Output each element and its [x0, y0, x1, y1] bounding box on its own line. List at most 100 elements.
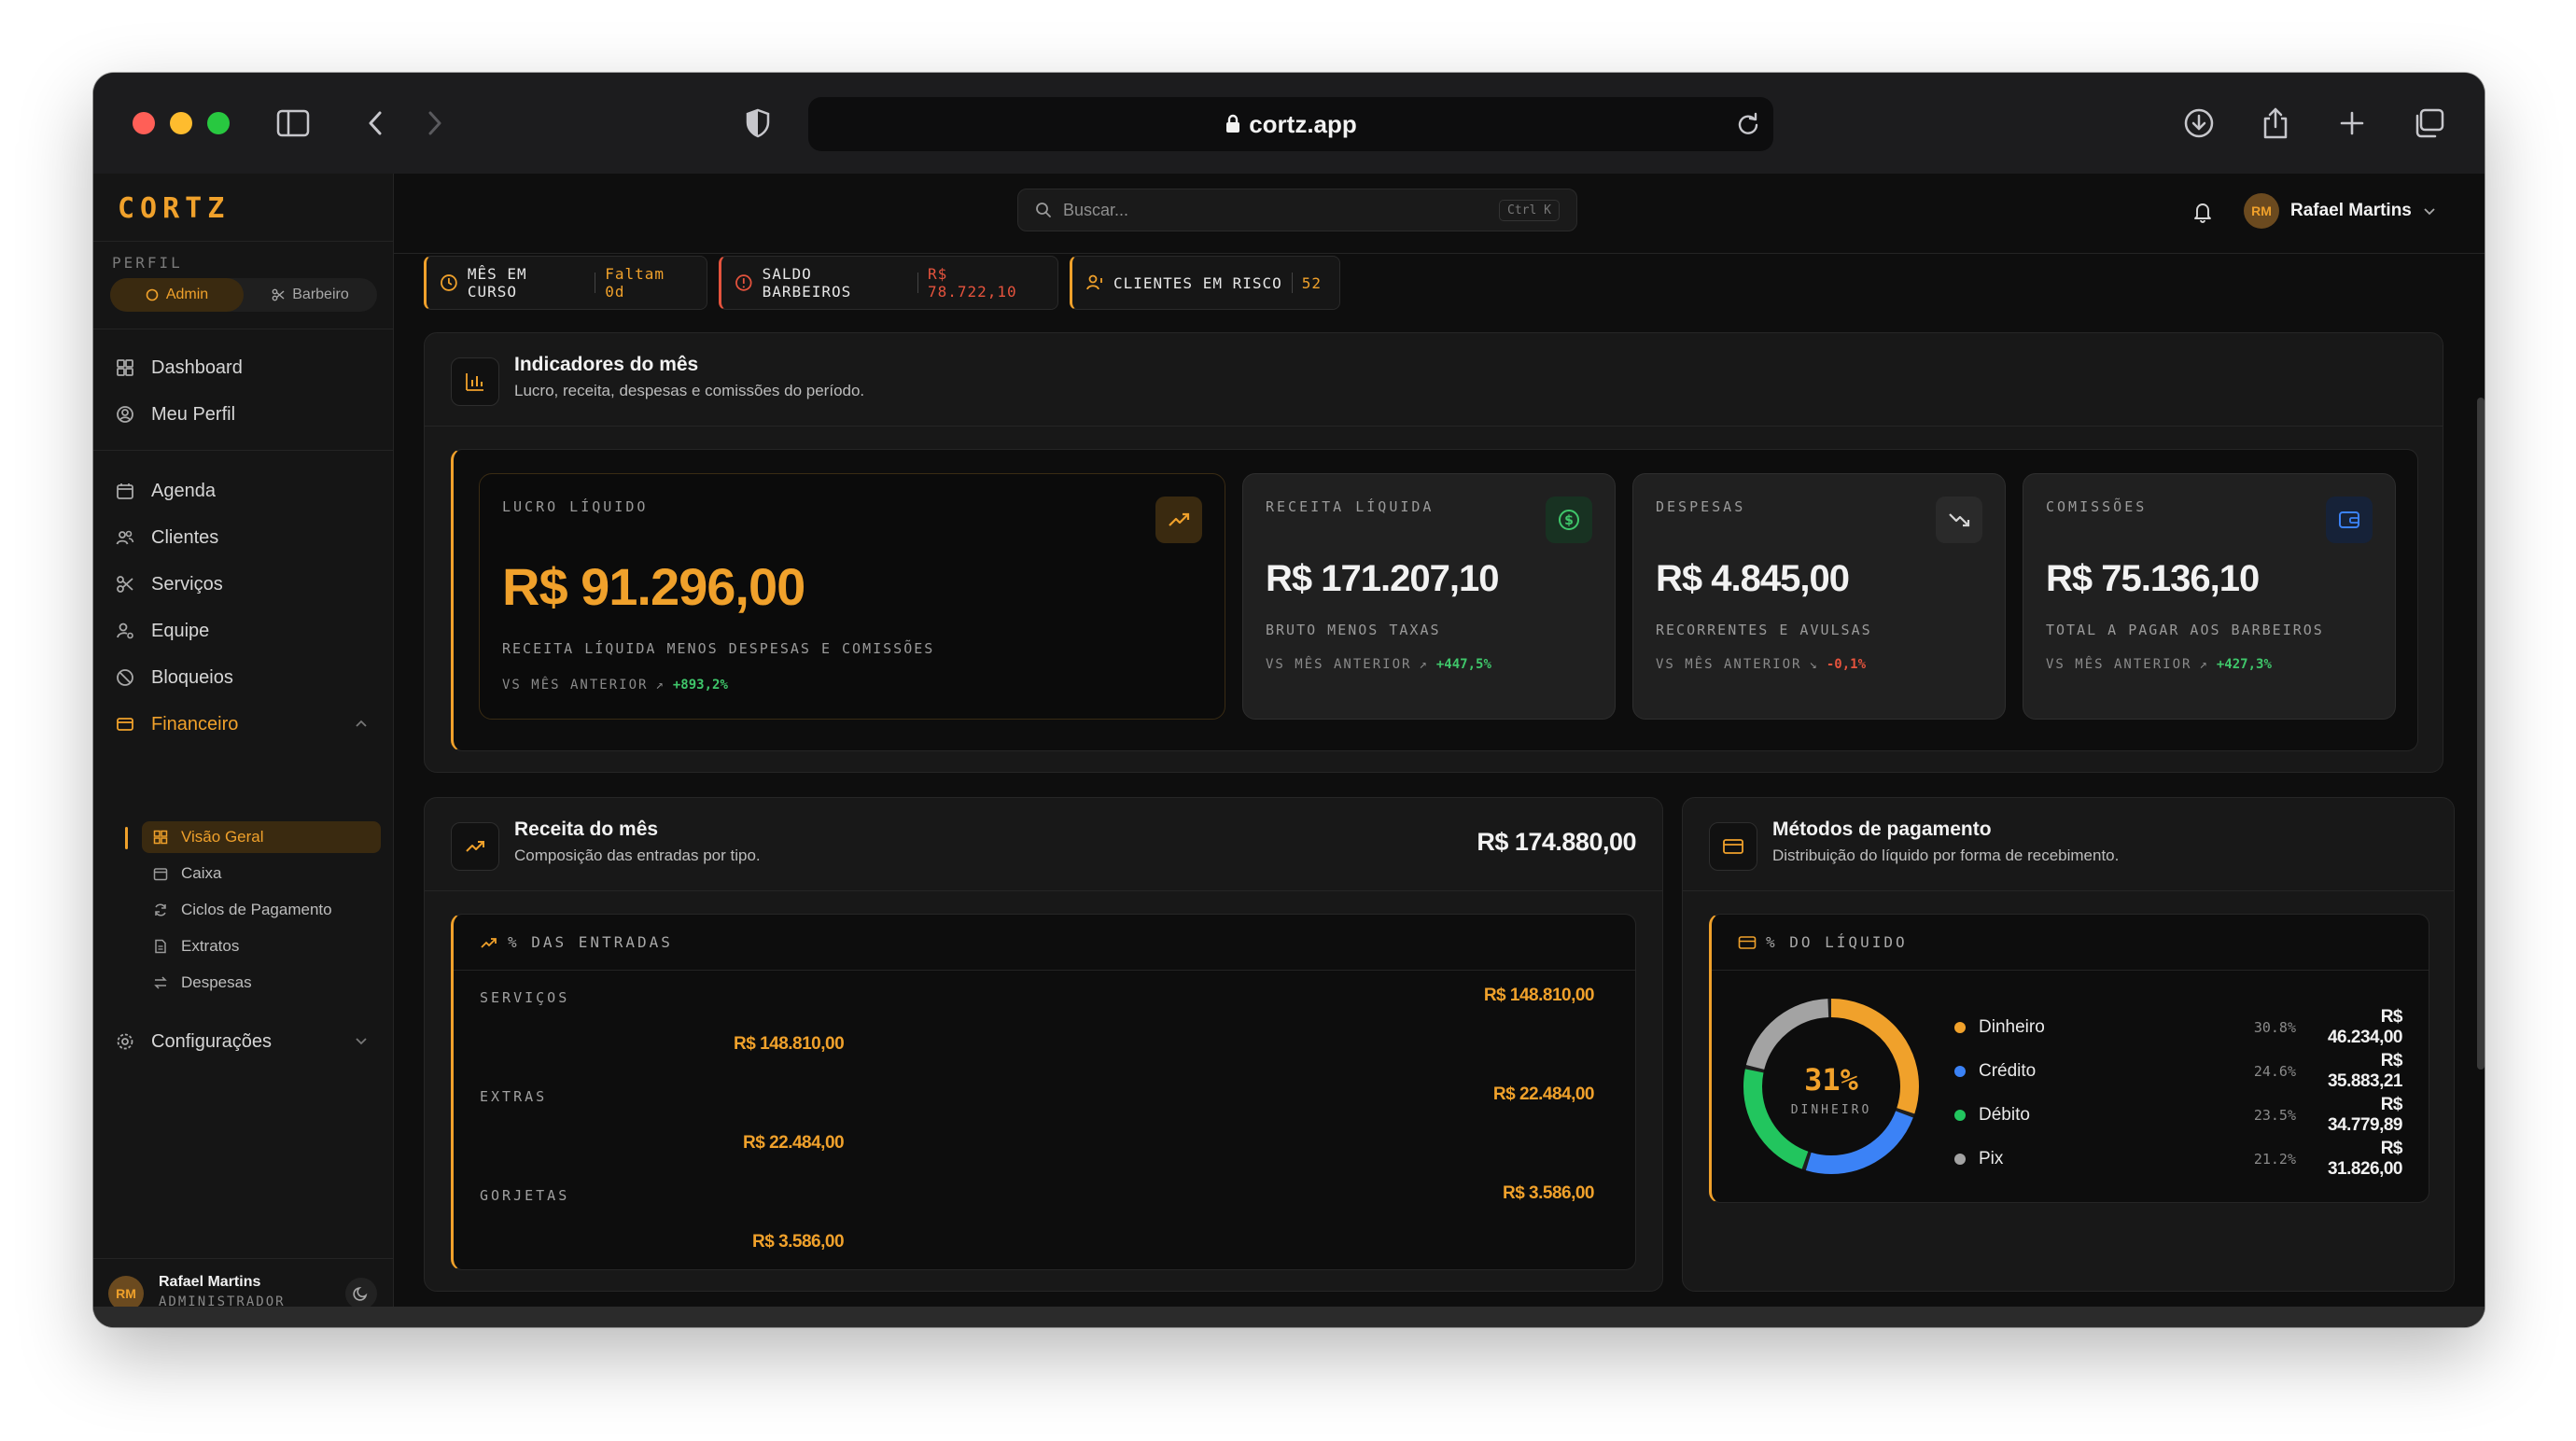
calendar-icon — [117, 483, 133, 499]
chip-value: R$ 78.722,10 — [927, 265, 1017, 301]
forward-icon[interactable] — [416, 105, 454, 142]
theme-toggle-button[interactable] — [345, 1278, 377, 1309]
legend-dot — [1954, 1110, 1966, 1121]
nav-configuracoes[interactable]: Configurações — [116, 1025, 377, 1058]
kpi-despesas[interactable]: DESPESAS R$ 4.845,00 RECORRENTES E AVULS… — [1632, 473, 2006, 720]
download-icon[interactable] — [2180, 105, 2218, 142]
sidebar-toggle-icon[interactable] — [274, 105, 312, 142]
nav-bloqueios[interactable]: Bloqueios — [116, 661, 377, 694]
kpi-lucro-liquido[interactable]: LUCRO LÍQUIDO R$ 91.296,00 RECEITA LÍQUI… — [479, 473, 1225, 720]
legend-value: R$ 35.883,21 — [2327, 1051, 2403, 1091]
nav-clientes[interactable]: Clientes — [116, 521, 377, 554]
legend-item[interactable]: Débito 23.5% R$ 34.779,89 — [1954, 1095, 2403, 1135]
revenue-total: R$ 174.880,00 — [1477, 828, 1636, 856]
credit-card-icon — [1709, 822, 1757, 871]
chip-label: CLIENTES EM RISCO — [1113, 273, 1282, 292]
search-icon — [1036, 203, 1051, 217]
app-logo[interactable]: CORTZ — [118, 192, 230, 225]
browser-titlebar: cortz.app — [93, 73, 2485, 174]
swap-icon — [154, 976, 167, 989]
donut-center-label: DINHEIRO — [1790, 1103, 1872, 1117]
nav-meu-perfil[interactable]: Meu Perfil — [116, 398, 377, 431]
nav-agenda[interactable]: Agenda — [116, 474, 377, 508]
nav-servicos[interactable]: Serviços — [116, 567, 377, 601]
grid-icon — [153, 830, 168, 845]
bar-chart-icon — [451, 357, 499, 406]
subnav-visao-geral[interactable]: Visão Geral — [142, 821, 381, 853]
revenue-row-value: R$ 22.484,00 — [1492, 1084, 1595, 1104]
scissors-icon — [272, 288, 285, 301]
close-window-button[interactable] — [133, 112, 155, 134]
profile-barbeiro-button[interactable]: Barbeiro — [244, 278, 377, 312]
ban-icon — [117, 669, 133, 686]
nav-equipe[interactable]: Equipe — [116, 614, 377, 648]
comparison-label: VS MÊS ANTERIOR — [1266, 657, 1412, 672]
minimize-window-button[interactable] — [170, 112, 192, 134]
subnav-extratos[interactable]: Extratos — [142, 930, 381, 962]
kpi-receita-liquida[interactable]: RECEITA LÍQUIDA $ R$ 171.207,10 BRUTO ME… — [1242, 473, 1616, 720]
panel-title: Indicadores do mês — [514, 354, 699, 375]
reload-icon[interactable] — [1736, 112, 1760, 136]
revenue-panel: Receita do mês Composição das entradas p… — [424, 797, 1663, 1292]
profile-admin-button[interactable]: Admin — [110, 278, 244, 312]
subnav-despesas[interactable]: Despesas — [142, 967, 381, 999]
comparison-value: +447,5% — [1435, 657, 1491, 672]
chip-mes-em-curso[interactable]: MÊS EM CURSO Faltam 0d — [424, 256, 707, 310]
search-input[interactable]: Buscar... Ctrl K — [1017, 189, 1577, 231]
user-circle-icon — [117, 406, 133, 423]
payments-breakdown: % DO LÍQUIDO 31% DINHEIRO Dinheiro 30.8% R… — [1709, 914, 2429, 1203]
nav-financeiro[interactable]: Financeiro — [116, 707, 377, 741]
comparison-value: +893,2% — [672, 678, 728, 693]
revenue-row-bar-label: R$ 22.484,00 — [743, 1133, 845, 1153]
subnav-label: Caixa — [181, 864, 222, 882]
address-bar[interactable]: cortz.app — [808, 97, 1773, 151]
nav-label: Serviços — [151, 573, 223, 595]
shield-icon[interactable] — [739, 105, 777, 142]
panel-title: Métodos de pagamento — [1772, 818, 1992, 840]
chip-clientes-em-risco[interactable]: CLIENTES EM RISCO 52 — [1070, 256, 1340, 310]
legend-percent: 23.5% — [2253, 1107, 2296, 1124]
section-label: % DAS ENTRADAS — [508, 933, 673, 951]
legend-name: Pix — [1979, 1149, 2004, 1168]
kpi-comissoes[interactable]: COMISSÕES R$ 75.136,10 TOTAL A PAGAR AOS… — [2023, 473, 2396, 720]
legend-name: Dinheiro — [1979, 1017, 2045, 1037]
kpi-label: DESPESAS — [1656, 498, 1746, 515]
share-icon[interactable] — [2257, 105, 2294, 142]
legend-percent: 21.2% — [2253, 1151, 2296, 1168]
legend-item[interactable]: Pix 21.2% R$ 31.826,00 — [1954, 1139, 2403, 1179]
kpi-value: R$ 91.296,00 — [502, 557, 805, 616]
legend-percent: 30.8% — [2253, 1019, 2296, 1036]
wallet-icon — [2326, 497, 2373, 543]
chip-divider — [1291, 273, 1293, 293]
trending-up-icon — [451, 822, 499, 871]
chip-label: MÊS EM CURSO — [467, 265, 527, 301]
maximize-window-button[interactable] — [207, 112, 230, 134]
revenue-row-label: SERVIÇOS — [480, 989, 570, 1006]
legend-item[interactable]: Dinheiro 30.8% R$ 46.234,00 — [1954, 1007, 2403, 1047]
subnav-ciclos[interactable]: Ciclos de Pagamento — [142, 894, 381, 926]
nav-dashboard[interactable]: Dashboard — [116, 351, 377, 385]
chevron-down-icon[interactable] — [355, 1033, 368, 1050]
user-cog-icon — [117, 623, 133, 639]
chevron-up-icon[interactable] — [355, 716, 368, 733]
scrollbar[interactable] — [2477, 398, 2485, 1070]
chip-saldo-barbeiros[interactable]: SALDO BARBEIROS R$ 78.722,10 — [719, 256, 1058, 310]
main-content: Buscar... Ctrl K RM Rafael Martins MÊS E… — [394, 174, 2485, 1327]
new-tab-icon[interactable] — [2333, 105, 2371, 142]
back-icon[interactable] — [357, 105, 394, 142]
subnav-caixa[interactable]: Caixa — [142, 858, 381, 889]
kpi-label: COMISSÕES — [2046, 498, 2148, 515]
revenue-row-value: R$ 148.810,00 — [1483, 986, 1595, 1005]
legend-item[interactable]: Crédito 24.6% R$ 35.883,21 — [1954, 1051, 2403, 1091]
moon-icon — [353, 1286, 368, 1301]
donut-center-value: 31% — [1804, 1062, 1858, 1098]
trending-up-icon — [1155, 497, 1202, 543]
user-menu[interactable]: RM Rafael Martins — [2244, 192, 2436, 230]
legend-value: R$ 31.826,00 — [2327, 1139, 2403, 1179]
arrow-down-right-icon: ↘ — [1809, 657, 1819, 672]
bell-icon[interactable] — [2191, 200, 2214, 229]
app: CORTZ PERFIL Admin Barbeiro Dashboard Me… — [93, 174, 2485, 1327]
calendar-icon — [153, 868, 168, 881]
tabs-overview-icon[interactable] — [2410, 105, 2447, 142]
section-header: % DO LÍQUIDO — [1712, 915, 2429, 971]
